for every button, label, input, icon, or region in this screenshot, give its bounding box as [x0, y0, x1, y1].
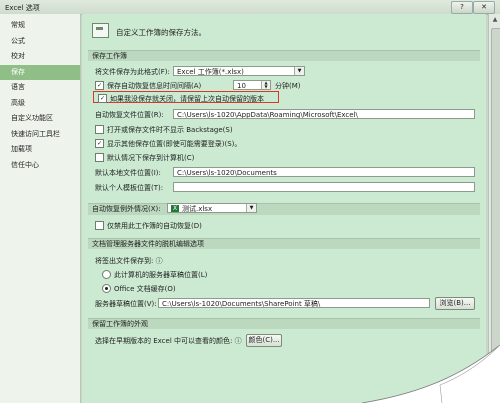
sidebar-item-advanced[interactable]: 高级 [0, 96, 80, 112]
server-drafts-row: 此计算机的服务器草稿位置(L) [102, 269, 208, 280]
keep-last-label: 如果我没保存就关闭，请保留上次自动保留的版本 [110, 95, 264, 103]
save-to-row: 将签出文件保存到: ⓘ [95, 256, 163, 266]
autorecover-location-input[interactable]: C:\Users\ls-1020\AppData\Roaming\Microso… [173, 109, 475, 119]
office-cache-row: Office 文档缓存(O) [102, 283, 176, 294]
colors-button[interactable]: 颜色(C)... [246, 334, 282, 347]
minutes-label: 分钟(M) [275, 82, 301, 90]
no-backstage-row: 打开或保存文件时不显示 Backstage(S) [95, 124, 233, 135]
page-header: 自定义工作簿的保存方法。 [82, 14, 486, 47]
show-other-row: ✓ 显示其他保存位置(即使可能需要登录)(S)。 [95, 138, 242, 149]
sidebar: 常规 公式 校对 保存 语言 高级 自定义功能区 快速访问工具栏 加载项 信任中… [0, 14, 81, 403]
personal-templates-input[interactable] [173, 182, 475, 192]
page-title: 自定义工作簿的保存方法。 [116, 28, 206, 37]
no-backstage-checkbox[interactable] [95, 124, 104, 134]
default-local-label: 默认本地文件位置(I): [95, 169, 161, 177]
autorecover-minutes-value: 10 [237, 82, 246, 90]
chevron-down-icon: ▼ [246, 204, 256, 212]
section-offline-editing: 文档管理服务器文件的脱机编辑选项 [88, 238, 480, 249]
sidebar-item-proofing[interactable]: 校对 [0, 49, 80, 65]
autorecover-checkbox[interactable]: ✓ [95, 80, 104, 90]
format-select[interactable]: Excel 工作簿(*.xlsx) ▼ [173, 66, 305, 76]
server-drafts-label: 此计算机的服务器草稿位置(L) [114, 271, 208, 279]
colors-label: 选择在早期版本的 Excel 中可以查看的颜色: [95, 337, 233, 345]
save-icon [92, 23, 109, 38]
autorecover-location-label: 自动恢复文件位置(R): [95, 111, 164, 119]
close-button[interactable]: ✕ [473, 1, 495, 14]
section-appearance: 保留工作簿的外观 [88, 318, 480, 329]
disable-autorecover-row: 仅禁用此工作簿的自动恢复(D) [95, 220, 202, 231]
scroll-thumb[interactable] [491, 28, 500, 374]
office-cache-label: Office 文档缓存(O) [114, 285, 176, 293]
colors-row: 选择在早期版本的 Excel 中可以查看的颜色: ⓘ [95, 336, 242, 346]
autorecover-minutes-input[interactable]: 10 ▲ ▼ [233, 80, 271, 90]
autorecover-row: ✓ 保存自动恢复信息时间间隔(A) [95, 80, 202, 91]
office-cache-radio[interactable] [102, 283, 111, 293]
disable-autorecover-label: 仅禁用此工作簿的自动恢复(D) [107, 222, 202, 230]
format-value: Excel 工作簿(*.xlsx) [177, 68, 244, 76]
server-drafts-radio[interactable] [102, 269, 111, 279]
server-drafts-location-input[interactable]: C:\Users\ls-1020\Documents\SharePoint 草稿… [158, 298, 430, 308]
help-button[interactable]: ? [451, 1, 473, 14]
default-computer-row: 默认情况下保存到计算机(C) [95, 152, 195, 163]
sidebar-item-trust-center[interactable]: 信任中心 [0, 158, 80, 174]
show-other-checkbox[interactable]: ✓ [95, 138, 104, 148]
page-curl-decoration [362, 345, 500, 403]
scroll-up-icon[interactable]: ▲ [490, 15, 500, 25]
format-label: 将文件保存为此格式(F): [95, 68, 170, 76]
default-computer-label: 默认情况下保存到计算机(C) [107, 154, 195, 162]
disable-autorecover-checkbox[interactable] [95, 220, 104, 230]
default-computer-checkbox[interactable] [95, 152, 104, 162]
sidebar-item-customize-ribbon[interactable]: 自定义功能区 [0, 111, 80, 127]
sidebar-item-save[interactable]: 保存 [0, 64, 80, 80]
keep-last-checkbox[interactable]: ✓ [98, 93, 107, 103]
browse-button[interactable]: 浏览(B)... [435, 297, 475, 310]
excel-file-icon: X [171, 205, 179, 212]
spinner-icon[interactable]: ▲ ▼ [261, 81, 270, 89]
info-icon: ⓘ [153, 257, 163, 265]
info-icon: ⓘ [232, 337, 242, 345]
autorecover-workbook-select[interactable]: X 测试.xlsx ▼ [167, 203, 257, 213]
sidebar-item-formulas[interactable]: 公式 [0, 34, 80, 50]
save-to-label: 将签出文件保存到: [95, 257, 154, 265]
sidebar-item-language[interactable]: 语言 [0, 80, 80, 96]
server-drafts-location-label: 服务器草稿位置(V): [95, 300, 157, 308]
sidebar-item-quick-access[interactable]: 快速访问工具栏 [0, 127, 80, 143]
autorecover-label: 保存自动恢复信息时间间隔(A) [107, 82, 202, 90]
personal-templates-label: 默认个人模板位置(T): [95, 184, 164, 192]
default-local-input[interactable]: C:\Users\ls-1020\Documents [173, 167, 475, 177]
autorecover-exceptions-label: 自动恢复例外情况(X): [92, 205, 161, 213]
sidebar-item-general[interactable]: 常规 [0, 18, 80, 34]
chevron-down-icon: ▼ [294, 67, 304, 75]
autorecover-workbook-value: 测试.xlsx [182, 205, 213, 213]
no-backstage-label: 打开或保存文件时不显示 Backstage(S) [107, 126, 233, 134]
show-other-label: 显示其他保存位置(即使可能需要登录)(S)。 [107, 140, 242, 148]
sidebar-item-addins[interactable]: 加载项 [0, 142, 80, 158]
keep-last-row: ✓ 如果我没保存就关闭，请保留上次自动保留的版本 [98, 93, 264, 104]
window-title: Excel 选项 [5, 4, 40, 12]
section-autorecover-exceptions: 自动恢复例外情况(X): [88, 203, 480, 215]
section-save-workbooks: 保存工作簿 [88, 50, 480, 61]
title-bar: Excel 选项 ? ✕ [0, 0, 500, 15]
